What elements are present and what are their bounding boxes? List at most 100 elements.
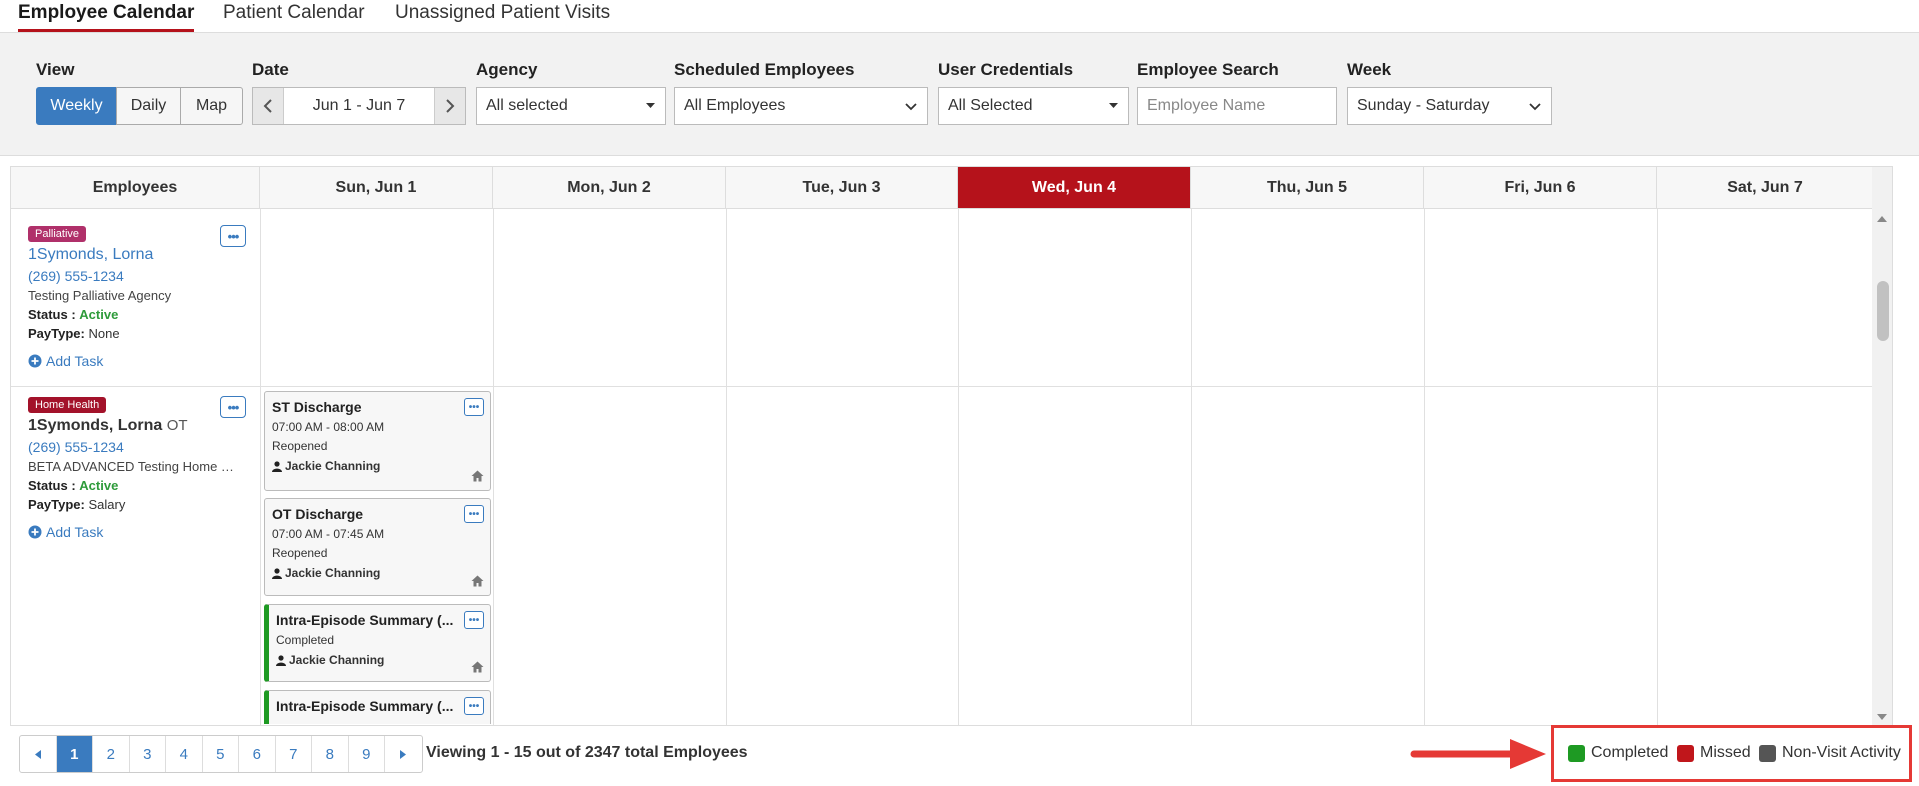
visit-title: ST Discharge: [272, 399, 362, 415]
date-range-picker: Jun 1 - Jun 7: [252, 87, 466, 125]
scrollbar-thumb[interactable]: [1877, 281, 1889, 341]
day-header-thu: Thu, Jun 5: [1191, 167, 1424, 209]
legend-label: Completed: [1591, 744, 1669, 761]
day-header-sat: Sat, Jun 7: [1657, 167, 1874, 209]
grid-line: [260, 209, 261, 725]
employee-phone[interactable]: (269) 555-1234: [28, 268, 248, 284]
day-header-wed-today: Wed, Jun 4: [958, 167, 1191, 209]
grid-line: [1424, 209, 1425, 725]
visit-options-button[interactable]: •••: [464, 505, 484, 523]
status-value: Active: [79, 478, 119, 493]
page-2-button[interactable]: 2: [93, 736, 130, 772]
legend-missed: Missed: [1677, 744, 1751, 762]
employee-name-text[interactable]: 1Symonds, Lorna: [28, 417, 162, 434]
scroll-up-icon[interactable]: [1876, 215, 1888, 223]
add-task-button[interactable]: Add Task: [28, 353, 248, 369]
employee-agency: BETA ADVANCED Testing Home H...: [28, 459, 238, 474]
prev-page-button[interactable]: [20, 736, 57, 772]
week-select[interactable]: Sunday - Saturday: [1347, 87, 1552, 125]
user-icon: [272, 567, 282, 579]
visit-status: Completed: [276, 633, 335, 647]
visit-options-button[interactable]: •••: [464, 697, 484, 715]
employee-row: Home Health 1Symonds, Lorna OT (269) 555…: [28, 396, 248, 540]
add-task-button[interactable]: Add Task: [28, 524, 248, 540]
page-3-button[interactable]: 3: [130, 736, 166, 772]
plus-circle-icon: [28, 354, 42, 368]
visit-time: 07:00 AM - 08:00 AM: [272, 420, 385, 434]
visit-card[interactable]: OT Discharge 07:00 AM - 07:45 AM Reopene…: [264, 498, 491, 596]
grid-line: [1657, 209, 1658, 725]
page-7-button[interactable]: 7: [276, 736, 312, 772]
user-credentials-value: All Selected: [948, 97, 1033, 114]
view-daily-button[interactable]: Daily: [116, 87, 181, 125]
paytype-label: PayType:: [28, 326, 85, 341]
legend-non-visit-activity: Non-Visit Activity: [1759, 744, 1901, 762]
page-8-button[interactable]: 8: [312, 736, 349, 772]
annotation-arrow-icon: [1410, 739, 1546, 769]
paytype-value: None: [88, 326, 120, 341]
visit-options-button[interactable]: •••: [464, 611, 484, 629]
next-week-button[interactable]: [435, 88, 465, 124]
home-icon: [471, 661, 484, 673]
employee-search-label: Employee Search: [1137, 60, 1279, 79]
page-9-button[interactable]: 9: [349, 736, 385, 772]
home-icon: [471, 575, 484, 587]
tab-patient-calendar[interactable]: Patient Calendar: [223, 0, 365, 32]
grid-line: [1191, 209, 1192, 725]
view-weekly-button[interactable]: Weekly: [36, 87, 117, 125]
employee-agency: Testing Palliative Agency: [28, 288, 172, 303]
paytype-value: Salary: [88, 497, 126, 512]
page-1-button[interactable]: 1: [56, 736, 93, 772]
completed-swatch: [1568, 744, 1585, 762]
scroll-down-icon[interactable]: [1876, 713, 1888, 721]
agency-type-badge: Palliative: [28, 226, 87, 242]
row-divider: [11, 386, 1874, 387]
more-icon: •••: [468, 508, 480, 520]
employee-options-button[interactable]: •••: [220, 225, 246, 247]
employee-phone[interactable]: (269) 555-1234: [28, 439, 248, 455]
calendar-scrollbar[interactable]: [1872, 167, 1892, 725]
agency-select[interactable]: All selected: [476, 87, 666, 125]
scheduled-employees-value: All Employees: [684, 97, 786, 114]
user-credentials-label: User Credentials: [938, 60, 1074, 79]
chevron-down-icon: [905, 103, 917, 111]
page-6-button[interactable]: 6: [239, 736, 276, 772]
user-credentials-select[interactable]: All Selected: [938, 87, 1129, 125]
tab-unassigned-patient-visits[interactable]: Unassigned Patient Visits: [395, 0, 610, 32]
home-icon: [471, 470, 484, 482]
view-map-button[interactable]: Map: [180, 87, 243, 125]
visit-card-completed[interactable]: Intra-Episode Summary (... Completed Jac…: [264, 604, 491, 682]
status-label: Status :: [28, 307, 76, 322]
visit-clinician: Jackie Channing: [272, 459, 483, 473]
clinician-name: Jackie Channing: [285, 566, 381, 580]
chevron-left-icon: [263, 99, 272, 113]
missed-swatch: [1677, 744, 1694, 762]
agency-label: Agency: [476, 60, 538, 79]
tab-employee-calendar[interactable]: Employee Calendar: [18, 0, 195, 32]
prev-week-button[interactable]: [253, 88, 283, 124]
visit-card-completed[interactable]: Intra-Episode Summary (... •••: [264, 690, 491, 724]
view-label: View: [36, 60, 75, 79]
employees-column-header: Employees: [11, 167, 260, 209]
employee-row: Palliative 1Symonds, Lorna (269) 555-123…: [28, 225, 248, 369]
scheduled-employees-select[interactable]: All Employees: [674, 87, 928, 125]
date-label: Date: [252, 60, 289, 79]
visit-card[interactable]: ST Discharge 07:00 AM - 08:00 AM Reopene…: [264, 391, 491, 491]
agency-select-value: All selected: [486, 97, 568, 114]
employee-name-link[interactable]: 1Symonds, Lorna: [28, 246, 248, 264]
employee-name: 1Symonds, Lorna OT: [28, 417, 248, 435]
page-5-button[interactable]: 5: [203, 736, 239, 772]
top-tab-bar: Employee Calendar Patient Calendar Unass…: [0, 0, 1919, 33]
caret-down-icon: [1109, 103, 1118, 108]
plus-circle-icon: [28, 525, 42, 539]
more-icon: •••: [468, 401, 480, 413]
status-value: Active: [79, 307, 119, 322]
day-header-tue: Tue, Jun 3: [726, 167, 958, 209]
pagination-summary: Viewing 1 - 15 out of 2347 total Employe…: [426, 744, 748, 761]
employee-options-button[interactable]: •••: [220, 396, 246, 418]
date-range-value[interactable]: Jun 1 - Jun 7: [283, 88, 435, 124]
visit-options-button[interactable]: •••: [464, 398, 484, 416]
next-page-button[interactable]: [385, 736, 422, 772]
employee-search-input[interactable]: Employee Name: [1137, 87, 1337, 125]
page-4-button[interactable]: 4: [166, 736, 203, 772]
